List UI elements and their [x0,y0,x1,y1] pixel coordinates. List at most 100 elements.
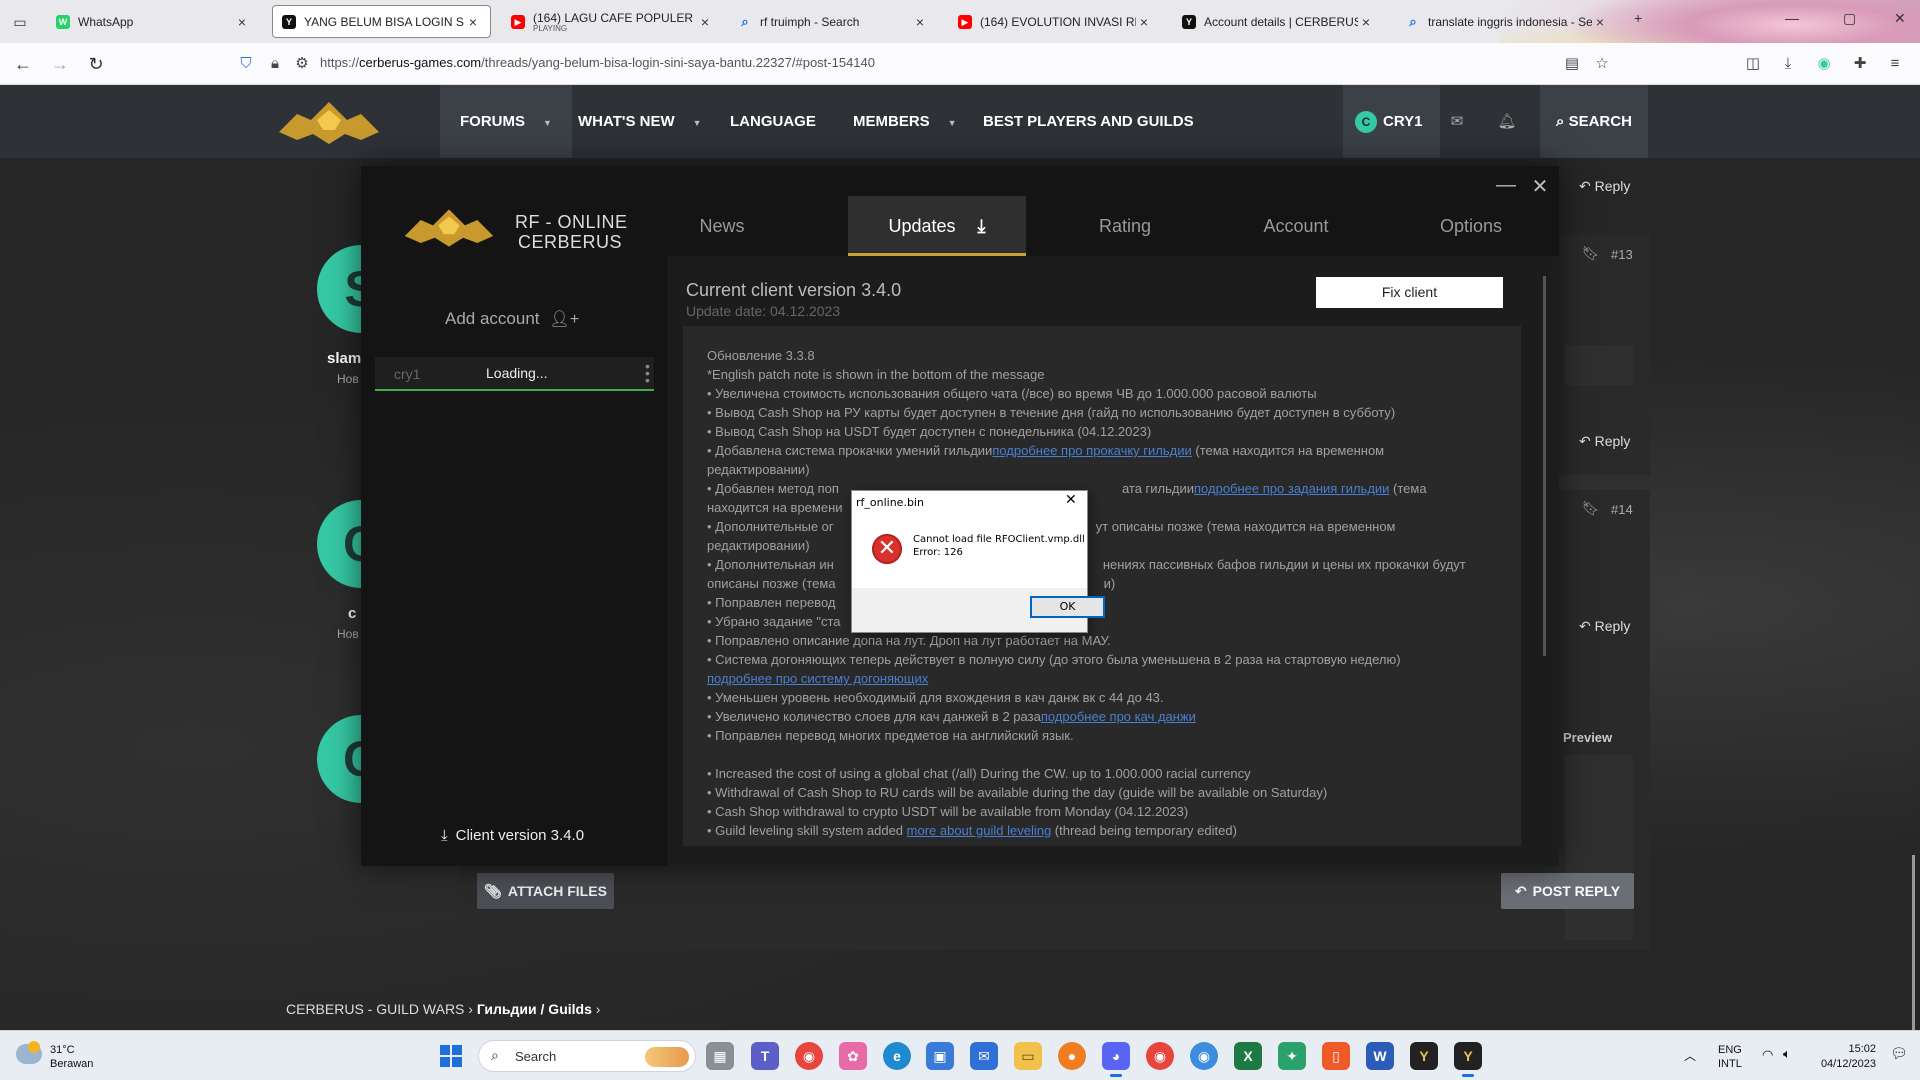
reply-link[interactable]: ↶ Reply [1579,178,1630,195]
mail-icon[interactable]: ✉ [970,1042,998,1070]
browser-tab[interactable]: W WhatsApp × [46,5,260,38]
tab-news[interactable]: News [677,196,767,256]
extension-color-icon[interactable]: ◉ [1814,54,1834,74]
app-orange-icon[interactable]: ▯ [1322,1042,1350,1070]
user-menu[interactable]: C CRY1 [1343,85,1441,158]
fix-client-button[interactable]: Fix client [1316,277,1503,308]
close-tab-icon[interactable]: × [465,14,481,30]
close-tab-icon[interactable]: × [912,14,928,30]
nav-whats-new[interactable]: WHAT'S NEW ▼ [578,85,702,158]
lock-icon[interactable]: 🔒︎ [265,54,285,74]
close-window-icon[interactable]: ✕ [1894,10,1906,27]
tab-rating[interactable]: Rating [1075,196,1175,256]
browser-tab[interactable]: ⌕ rf truimph - Search × [728,5,938,38]
post-username[interactable]: c [348,605,356,622]
browser-tab[interactable]: Y Account details | CERBERUS GA × [1172,5,1384,38]
reply-link[interactable]: ↶ Reply [1579,433,1630,450]
forward-icon[interactable]: → [48,52,72,76]
taskbar-search[interactable]: ⌕ Search [478,1040,696,1072]
store-icon[interactable]: ▣ [926,1042,954,1070]
reload-icon[interactable]: ↻ [84,52,108,76]
bell-icon[interactable]: 🔔︎ [1482,85,1532,158]
task-view-icon[interactable]: ▦ [706,1042,734,1070]
cerberus-logo-icon[interactable] [277,100,381,146]
browser-tab[interactable]: ▶ (164) LAGU CAFE POPULER 202PLAYING × [501,5,723,38]
breadcrumb-root[interactable]: CERBERUS - GUILD WARS [286,1001,464,1017]
url-bar[interactable]: https://cerberus-games.com/threads/yang-… [320,55,875,70]
menu-icon[interactable]: ≡ [1885,54,1905,74]
paint-icon[interactable]: ✿ [839,1042,867,1070]
chevron-up-icon[interactable]: ︿ [1684,1047,1696,1064]
post-username[interactable]: slam [327,350,361,367]
back-icon[interactable]: ← [11,52,35,76]
excel-icon[interactable]: X [1234,1042,1262,1070]
nav-forums[interactable]: FORUMS ▼ [440,85,572,158]
discord-icon[interactable]: ◕ [1102,1042,1130,1077]
maps-icon[interactable]: ✦ [1278,1042,1306,1070]
attach-files-button[interactable]: 📎︎ ATTACH FILES [477,873,614,909]
add-account-button[interactable]: Add account 👤︎+ [445,309,579,329]
volume-icon[interactable]: 🔈︎ [1783,1046,1791,1062]
teams-icon[interactable]: T [751,1042,779,1070]
ok-button[interactable]: OK [1030,596,1105,618]
close-tab-icon[interactable]: × [1136,14,1152,30]
extensions-icon[interactable]: ✚ [1850,54,1870,74]
edge-icon[interactable]: e [883,1042,911,1070]
firefox-icon[interactable]: ● [1058,1042,1086,1070]
language-indicator[interactable]: ENG INTL [1718,1043,1742,1071]
windows-start-icon[interactable] [440,1045,462,1067]
notifications-icon[interactable]: 💬︎ [1890,1045,1908,1062]
close-icon[interactable]: ✕ [1065,492,1077,508]
reader-view-icon[interactable]: ▤ [1562,54,1582,74]
cerberus-launcher-icon[interactable]: Y [1454,1042,1482,1077]
tab-list-icon[interactable]: ▭ [8,10,32,34]
note-link[interactable]: more about guild leveling [907,823,1052,838]
weather-widget[interactable]: 31°C Berawan [50,1043,93,1071]
pocket-icon[interactable]: ◫ [1743,54,1763,74]
maximize-icon[interactable]: ▢ [1843,10,1856,27]
permissions-icon[interactable]: ⚙ [292,54,312,74]
preview-button[interactable]: Preview [1563,730,1612,745]
patch-notes[interactable]: Обновление 3.3.8 *English patch note is … [683,326,1521,846]
chevron-down-icon[interactable]: ▼ [693,118,702,128]
tab-options[interactable]: Options [1421,196,1521,256]
close-tab-icon[interactable]: × [1358,14,1374,30]
chrome-alt-icon[interactable]: ◉ [1190,1042,1218,1070]
wifi-icon[interactable]: ◠ [1762,1047,1773,1063]
close-tab-icon[interactable]: × [234,14,250,30]
inbox-icon[interactable]: ✉ [1432,85,1482,158]
browser-tab[interactable]: ▶ (164) EVOLUTION INVASI RF RU × [948,5,1162,38]
account-row[interactable]: cry1 Loading... • • • [375,357,654,391]
file-explorer-icon[interactable]: ▭ [1014,1042,1042,1070]
chrome-icon[interactable]: ◉ [795,1042,823,1070]
close-tab-icon[interactable]: × [1592,14,1608,30]
notes-scrollbar[interactable] [1543,276,1546,656]
page-scrollbar[interactable] [1912,855,1915,1030]
note-link[interactable]: подробнее про задания гильдии [1194,481,1389,496]
nav-best-players[interactable]: BEST PLAYERS AND GUILDS [983,85,1194,158]
more-options-icon[interactable]: • • • [645,359,650,387]
reply-link[interactable]: ↶ Reply [1579,618,1630,635]
post-number[interactable]: #13 [1611,247,1633,262]
bookmark-star-icon[interactable]: ☆ [1592,54,1612,74]
bookmark-icon[interactable]: 🔖︎ [1582,500,1600,517]
browser-tab-active[interactable]: Y YANG BELUM BISA LOGIN SINI × [272,5,491,38]
nav-language[interactable]: LANGUAGE [730,85,816,158]
chevron-down-icon[interactable]: ▼ [948,118,957,128]
note-link[interactable]: подробнее про кач данжи [1041,709,1196,724]
shield-icon[interactable]: ⛉ [236,54,256,74]
tab-account[interactable]: Account [1241,196,1351,256]
note-link[interactable]: подробнее про прокачку гильдии [992,443,1191,458]
new-tab-icon[interactable]: + [1634,10,1642,26]
cerberus-app-icon[interactable]: Y [1410,1042,1438,1070]
download-icon[interactable]: ⤓ [1778,54,1798,74]
post-reply-button[interactable]: ↶ POST REPLY [1501,873,1634,909]
breadcrumb-current[interactable]: Гильдии / Guilds [477,1001,592,1017]
tab-updates[interactable]: Updates ⤓ [848,196,1026,256]
post-number[interactable]: #14 [1611,502,1633,517]
minimize-icon[interactable]: — [1494,174,1518,197]
word-icon[interactable]: W [1366,1042,1394,1070]
chrome-profile-icon[interactable]: ◉ [1146,1042,1174,1070]
browser-tab[interactable]: ⌕ translate inggris indonesia - Se × [1396,5,1618,38]
bookmark-icon[interactable]: 🔖︎ [1582,245,1600,262]
